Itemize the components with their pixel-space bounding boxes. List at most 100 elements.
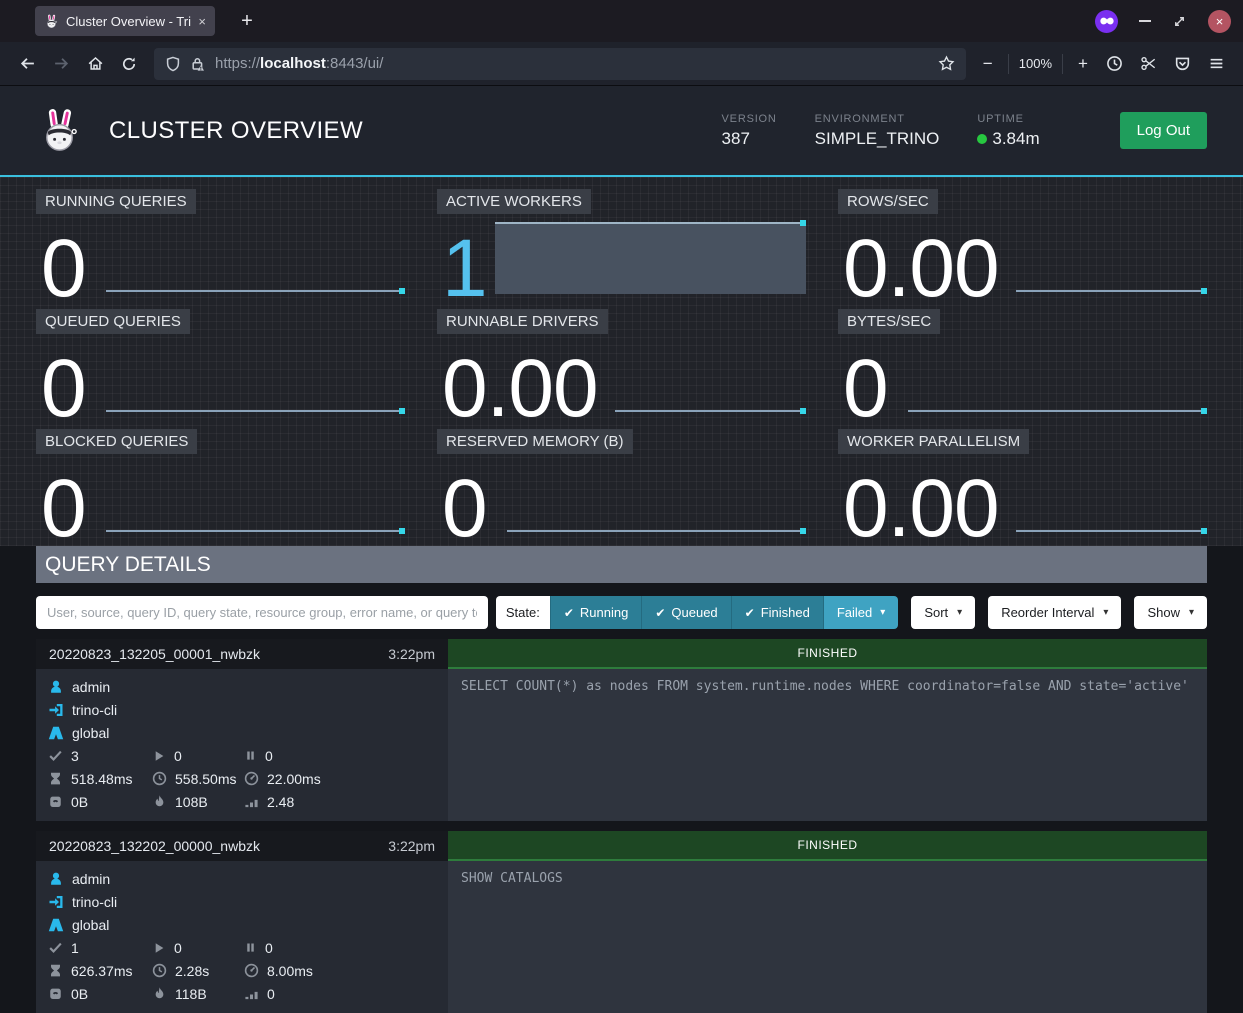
sparkline (908, 410, 1207, 412)
trino-favicon (44, 14, 59, 29)
caret-down-icon: ▾ (1189, 607, 1194, 618)
zoom-in-button[interactable]: + (1069, 54, 1097, 74)
query-row: 20220823_132202_00000_nwbzk 3:22pm FINIS… (36, 831, 1207, 1013)
cpu-time-gauge-icon (244, 771, 259, 786)
tab-title: Cluster Overview - Trino (66, 14, 191, 29)
filter-finished-button[interactable]: ✔ Finished (731, 596, 823, 629)
environment-value: SIMPLE_TRINO (815, 129, 940, 149)
tab-close-icon[interactable]: × (198, 15, 206, 28)
version-label: VERSION (722, 113, 777, 125)
home-button[interactable] (78, 48, 112, 80)
caret-down-icon: ▾ (880, 607, 885, 618)
source-sign-in-icon (48, 894, 64, 910)
stat-card-bytes-sec: BYTES/SEC 0 (838, 309, 1207, 419)
forward-button[interactable] (44, 48, 78, 80)
pocket-icon[interactable] (1165, 48, 1199, 80)
query-id-link[interactable]: 20220823_132202_00000_nwbzk (49, 838, 260, 854)
reload-button[interactable] (112, 48, 146, 80)
separator (1062, 54, 1063, 74)
stat-value: 0 (41, 348, 86, 430)
sparkline-area (495, 222, 806, 294)
scheduled-time: 2.28s (175, 963, 209, 979)
running-splits-play-icon (152, 941, 166, 955)
browser-tab[interactable]: Cluster Overview - Trino × (35, 6, 215, 36)
browser-toolbar: https://localhost:8443/ui/ − 100% + (0, 42, 1243, 86)
current-memory: 0B (71, 794, 88, 810)
stat-value: 0.00 (843, 468, 999, 550)
resource-group-road-icon (48, 725, 64, 741)
version-value: 387 (722, 129, 777, 149)
stat-label: WORKER PARALLELISM (838, 429, 1029, 454)
query-status-badge: FINISHED (448, 639, 1207, 669)
browser-titlebar: Cluster Overview - Trino × + × (0, 0, 1243, 42)
private-browsing-mask-icon (1095, 10, 1118, 33)
filter-running-button[interactable]: ✔ Running (550, 596, 642, 629)
lock-warning-icon[interactable] (190, 56, 206, 72)
stat-value: 0 (843, 348, 888, 430)
stat-card-running-queries: RUNNING QUERIES 0 (36, 189, 405, 299)
url-bar[interactable]: https://localhost:8443/ui/ (154, 48, 966, 80)
sparkline (1016, 290, 1207, 292)
back-button[interactable] (10, 48, 44, 80)
query-user: admin (72, 679, 110, 695)
zoom-level[interactable]: 100% (1015, 56, 1056, 71)
peak-memory: 108B (175, 794, 208, 810)
query-sql-text: SELECT COUNT(*) as nodes FROM system.run… (448, 669, 1207, 821)
menu-hamburger-icon[interactable] (1199, 48, 1233, 80)
queued-splits: 0 (265, 940, 273, 956)
stat-label: BLOCKED QUERIES (36, 429, 197, 454)
query-resource-group: global (72, 917, 109, 933)
uptime-value: 3.84m (992, 129, 1039, 149)
browser-window: Cluster Overview - Trino × + × https://l… (0, 0, 1243, 1013)
filter-failed-dropdown[interactable]: Failed ▾ (823, 596, 898, 629)
stat-value: 0 (442, 468, 487, 550)
user-icon (48, 679, 64, 695)
caret-down-icon: ▾ (957, 607, 962, 618)
stat-value: 0.00 (442, 348, 598, 430)
running-splits-play-icon (152, 749, 166, 763)
completed-splits-check-icon (48, 940, 63, 955)
logout-button[interactable]: Log Out (1120, 112, 1207, 149)
show-dropdown[interactable]: Show ▾ (1134, 596, 1207, 629)
history-clock-icon[interactable] (1097, 48, 1131, 80)
new-tab-button[interactable]: + (233, 10, 261, 33)
minimize-button[interactable] (1139, 20, 1151, 22)
state-filter-label: State: (496, 596, 550, 629)
current-memory-scale-icon (48, 986, 63, 1001)
sparkline (1016, 530, 1207, 532)
caret-down-icon: ▾ (1103, 607, 1108, 618)
close-window-button[interactable]: × (1208, 10, 1231, 33)
sort-dropdown[interactable]: Sort ▾ (911, 596, 975, 629)
separator (1008, 54, 1009, 74)
stat-card-worker-parallelism: WORKER PARALLELISM 0.00 (838, 429, 1207, 539)
query-time: 3:22pm (388, 838, 435, 854)
check-icon: ✔ (564, 606, 574, 620)
current-memory: 0B (71, 986, 88, 1002)
queued-splits: 0 (265, 748, 273, 764)
current-memory-scale-icon (48, 794, 63, 809)
stat-value: 0 (41, 228, 86, 310)
peak-memory-fire-icon (152, 986, 167, 1001)
uptime-block: UPTIME 3.84m (977, 113, 1039, 149)
scheduled-time: 558.50ms (175, 771, 236, 787)
query-id-link[interactable]: 20220823_132205_00001_nwbzk (49, 646, 260, 662)
tracking-shield-icon[interactable] (165, 56, 181, 72)
query-source: trino-cli (72, 894, 117, 910)
query-info-panel: admin trino-cli global 1 0 0 626.37ms 2.… (36, 861, 448, 1013)
cpu-time: 8.00ms (267, 963, 313, 979)
search-input[interactable] (36, 596, 488, 629)
cumulative-memory: 2.48 (267, 794, 294, 810)
completed-splits: 1 (71, 940, 79, 956)
wall-time-hourglass-icon (48, 771, 63, 786)
bookmark-star-icon[interactable] (938, 55, 955, 72)
restore-window-button[interactable] (1172, 14, 1187, 29)
zoom-out-button[interactable]: − (974, 54, 1002, 74)
stat-card-blocked-queries: BLOCKED QUERIES 0 (36, 429, 405, 539)
reorder-interval-dropdown[interactable]: Reorder Interval ▾ (988, 596, 1121, 629)
environment-label: ENVIRONMENT (815, 113, 940, 125)
stat-card-runnable-drivers: RUNNABLE DRIVERS 0.00 (437, 309, 806, 419)
screenshot-scissors-icon[interactable] (1131, 48, 1165, 80)
sparkline (106, 530, 405, 532)
filter-queued-button[interactable]: ✔ Queued (641, 596, 730, 629)
stat-card-rows-sec: ROWS/SEC 0.00 (838, 189, 1207, 299)
